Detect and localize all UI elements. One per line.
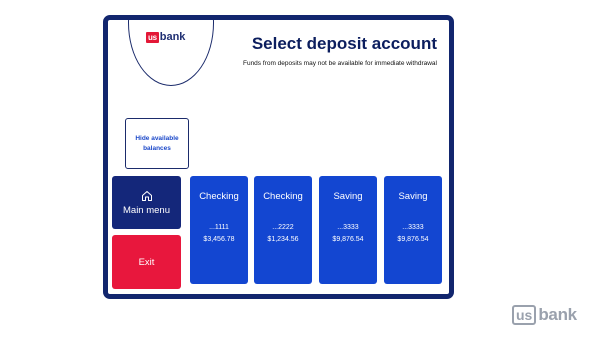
logo-bank-text: bank xyxy=(159,31,186,43)
account-type: Checking xyxy=(263,191,303,202)
main-menu-button[interactable]: Main menu xyxy=(112,176,181,229)
account-type: Checking xyxy=(199,191,239,202)
account-number: ...1111 xyxy=(209,224,229,231)
account-card[interactable]: Saving ...3333 $9,876.54 xyxy=(384,176,442,284)
hide-balances-button[interactable]: Hide available balances xyxy=(125,118,189,169)
home-icon xyxy=(141,190,152,201)
watermark-logo: us bank xyxy=(512,305,577,325)
account-balance: $1,234.56 xyxy=(267,236,299,243)
page-title: Select deposit account xyxy=(251,34,437,53)
account-number: ...3333 xyxy=(402,224,424,231)
account-card[interactable]: Checking ...1111 $3,456.78 xyxy=(190,176,248,284)
account-balance: $9,876.54 xyxy=(332,236,364,243)
exit-button[interactable]: Exit xyxy=(112,235,181,289)
account-type: Saving xyxy=(333,191,363,202)
account-card[interactable]: Checking ...2222 $1,234.56 xyxy=(254,176,312,284)
account-type: Saving xyxy=(398,191,428,202)
watermark-us-mark: us xyxy=(512,305,537,325)
account-number: ...3333 xyxy=(337,224,359,231)
logo-us-mark: us xyxy=(146,31,159,43)
account-balance: $9,876.54 xyxy=(397,236,429,243)
page-subtitle: Funds from deposits may not be available… xyxy=(242,60,437,67)
main-menu-label: Main menu xyxy=(123,204,170,216)
logo-badge xyxy=(128,20,214,86)
atm-screen: us bank Select deposit account Funds fro… xyxy=(103,15,454,299)
account-balance: $3,456.78 xyxy=(203,236,235,243)
watermark-bank-text: bank xyxy=(538,305,577,324)
usbank-logo: us bank xyxy=(146,31,185,43)
account-card[interactable]: Saving ...3333 $9,876.54 xyxy=(319,176,377,284)
account-number: ...2222 xyxy=(272,224,294,231)
